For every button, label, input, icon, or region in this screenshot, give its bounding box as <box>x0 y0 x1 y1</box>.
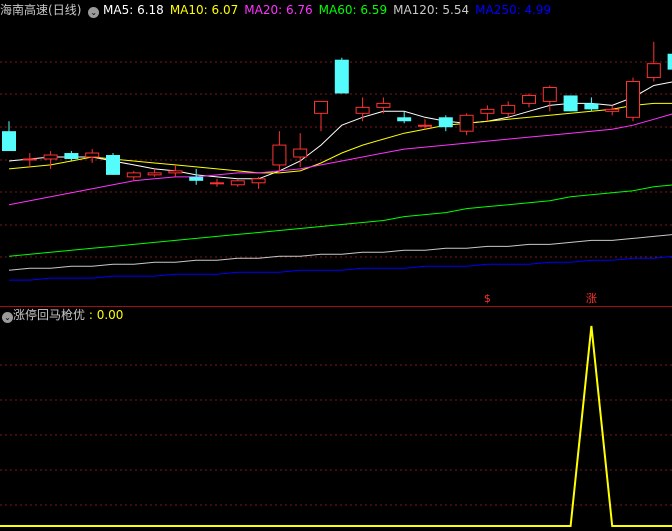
candle-body-up <box>210 182 224 185</box>
signal-marker: 涨 <box>586 292 597 305</box>
sub-indicator-value: : 0.00 <box>88 308 124 322</box>
candle-body-down <box>584 103 599 110</box>
ma-legend-item: MA120: 5.54 <box>393 3 470 17</box>
candle-body-down <box>667 53 672 70</box>
signal-marker: $ <box>484 292 491 305</box>
candle-body-up <box>85 152 100 158</box>
candle-body-down <box>64 153 79 159</box>
chart-canvas: $ 涨 <box>0 0 672 531</box>
candle-body-up <box>376 102 391 108</box>
candle-body-up <box>22 158 37 161</box>
stock-name: 海南高速 <box>0 3 49 17</box>
candle-body-down <box>334 59 349 94</box>
sub-indicator-name: 涨停回马枪优 <box>13 308 86 322</box>
candle-body-down <box>438 117 453 128</box>
candle-body-up <box>251 178 266 184</box>
candle-body-up <box>43 154 58 160</box>
candle-body-up <box>355 106 370 114</box>
candle-body-up <box>168 170 183 174</box>
main-panel-header: 海南高速(日线) ⌄ MA5: 6.18 MA10: 6.07 MA20: 6.76… <box>0 2 557 18</box>
ma-legend-item: MA20: 6.76 <box>244 3 313 17</box>
candle-body-up <box>605 108 620 112</box>
collapse-icon[interactable]: ⌄ <box>2 312 13 323</box>
candle-body-up <box>126 172 141 178</box>
ma-legend-item: MA250: 4.99 <box>475 3 552 17</box>
candle-body-up <box>459 114 474 132</box>
candle-body-up <box>230 180 245 186</box>
candle-body-up <box>522 94 536 104</box>
candle-body-up <box>418 124 432 127</box>
ma-legend-item: MA5: 6.18 <box>103 3 164 17</box>
sub-panel-header: ⌄ 涨停回马枪优 : 0.00 <box>0 307 123 323</box>
candle-body-down <box>106 155 120 175</box>
candle-body-up <box>147 172 162 176</box>
collapse-icon[interactable]: ⌄ <box>88 7 100 18</box>
candle-body-down <box>397 117 412 122</box>
candle-body-up <box>293 148 308 158</box>
candle-body-up <box>480 108 495 114</box>
ma-legend-item: MA60: 6.59 <box>318 3 388 17</box>
ma-legend: MA5: 6.18 MA10: 6.07 MA20: 6.76 MA60: 6.59 M… <box>103 3 557 17</box>
candle-body-up <box>542 87 557 102</box>
period-label: (日线) <box>48 3 82 17</box>
ma-legend-item: MA10: 6.07 <box>169 3 239 17</box>
candle-body-up <box>272 144 287 166</box>
candle-body-up <box>626 81 640 118</box>
candle-body-down <box>189 176 204 181</box>
candle-body-down <box>563 95 578 112</box>
candle-body-down <box>2 131 16 152</box>
candle-body-up <box>501 104 516 114</box>
candle-body-up <box>314 100 328 114</box>
candle-body-up <box>646 63 661 79</box>
